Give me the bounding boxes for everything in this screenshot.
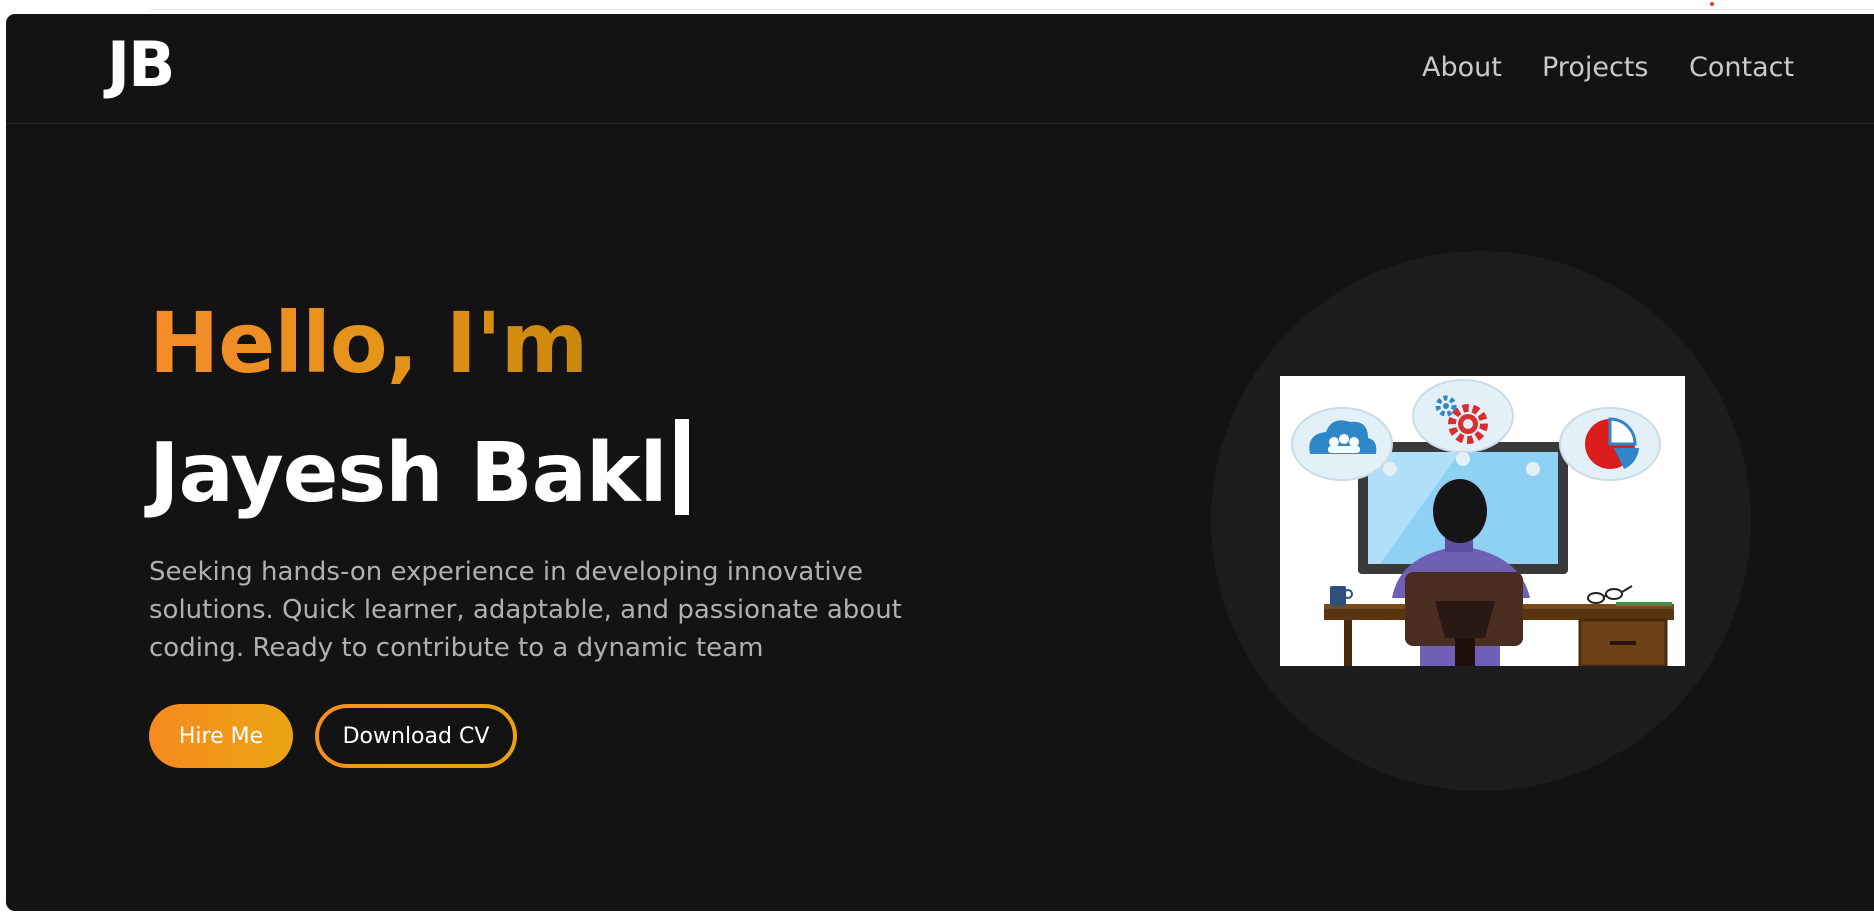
navbar: JB About Projects Contact — [6, 14, 1874, 124]
logo[interactable]: JB — [107, 34, 175, 96]
download-cv-button[interactable]: Download CV — [315, 704, 517, 768]
illustration-svg — [1291, 379, 1674, 666]
hero-name-text: Jayesh Bakl — [149, 426, 668, 521]
red-dot-indicator — [1710, 2, 1714, 6]
hero-name: Jayesh Bakl — [149, 419, 689, 519]
developer-at-desk-illustration — [1280, 376, 1685, 666]
hero-tagline: Seeking hands-on experience in developin… — [149, 557, 902, 663]
hire-me-button[interactable]: Hire Me — [149, 704, 293, 768]
nav-link-contact[interactable]: Contact — [1689, 52, 1794, 84]
nav-link-projects[interactable]: Projects — [1542, 52, 1648, 84]
browser-top-border — [150, 9, 1874, 10]
person-head — [1433, 479, 1487, 543]
nav-link-about[interactable]: About — [1422, 52, 1502, 84]
glasses-icon — [1587, 585, 1633, 604]
hero-greeting: Hello, I'm — [149, 294, 588, 392]
download-cv-label: Download CV — [319, 708, 513, 764]
typing-cursor — [674, 419, 689, 515]
page-frame: JB About Projects Contact Hello, I'm Jay… — [6, 14, 1874, 911]
